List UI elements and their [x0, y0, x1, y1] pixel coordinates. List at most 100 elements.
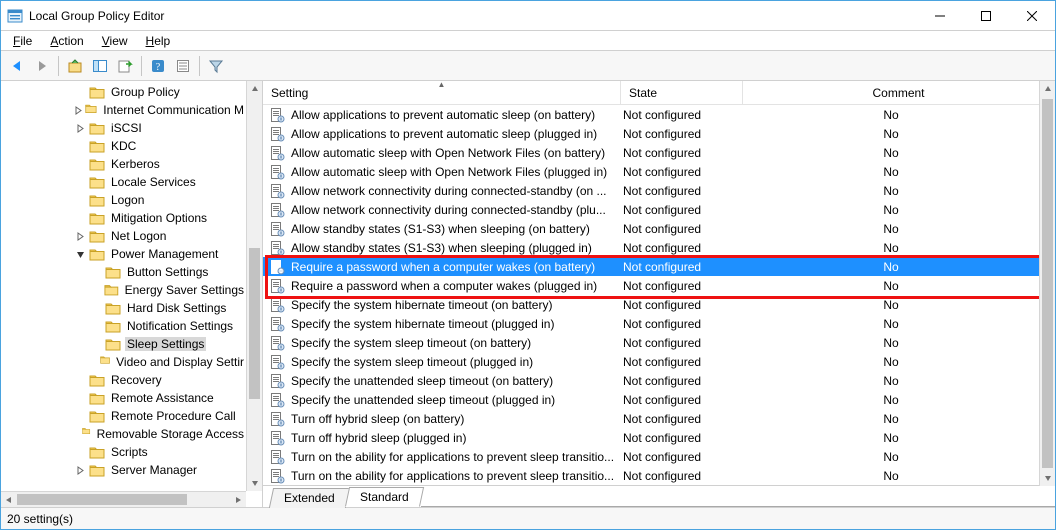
tree-item[interactable]: Remote Assistance: [1, 389, 246, 407]
setting-state: Not configured: [621, 450, 743, 464]
help-button[interactable]: ?: [146, 54, 170, 78]
tree-item[interactable]: Button Settings: [1, 263, 246, 281]
setting-row[interactable]: Allow automatic sleep with Open Network …: [263, 162, 1039, 181]
tree-item[interactable]: Server Manager: [1, 461, 246, 479]
tree-item[interactable]: Sleep Settings: [1, 335, 246, 353]
tree-item[interactable]: Power Management: [1, 245, 246, 263]
list-vscrollbar[interactable]: [1039, 81, 1055, 486]
forward-button[interactable]: [30, 54, 54, 78]
col-comment[interactable]: Comment: [743, 81, 1055, 104]
setting-row[interactable]: Allow standby states (S1-S3) when sleepi…: [263, 219, 1039, 238]
show-hide-tree-button[interactable]: [88, 54, 112, 78]
scroll-down-icon[interactable]: [1040, 470, 1056, 486]
setting-row[interactable]: Require a password when a computer wakes…: [263, 276, 1039, 295]
menu-view[interactable]: View: [94, 33, 136, 49]
col-state[interactable]: State: [621, 81, 743, 104]
tree-item[interactable]: Remote Procedure Call: [1, 407, 246, 425]
setting-row[interactable]: Specify the system sleep timeout (on bat…: [263, 333, 1039, 352]
setting-comment: No: [743, 146, 1039, 160]
scroll-right-icon[interactable]: [230, 492, 246, 507]
tab-extended[interactable]: Extended: [269, 488, 350, 508]
tree-item[interactable]: Scripts: [1, 443, 246, 461]
setting-row[interactable]: Allow standby states (S1-S3) when sleepi…: [263, 238, 1039, 257]
filter-button[interactable]: [204, 54, 228, 78]
col-comment-label: Comment: [872, 86, 924, 100]
maximize-button[interactable]: [963, 1, 1009, 31]
menu-action[interactable]: Action: [42, 33, 91, 49]
tree-item-label: Logon: [109, 193, 146, 207]
policy-icon: [269, 297, 285, 313]
tree-hscrollbar[interactable]: [1, 491, 246, 507]
scroll-up-icon[interactable]: [247, 81, 262, 97]
setting-row[interactable]: Turn off hybrid sleep (on battery) Not co…: [263, 409, 1039, 428]
tree-item[interactable]: Notification Settings: [1, 317, 246, 335]
setting-state: Not configured: [621, 412, 743, 426]
tree-item[interactable]: Energy Saver Settings: [1, 281, 246, 299]
svg-text:?: ?: [156, 62, 161, 73]
setting-name: Require a password when a computer wakes…: [291, 279, 597, 293]
policy-icon: [269, 259, 285, 275]
tree-item[interactable]: Internet Communication M: [1, 101, 246, 119]
expand-icon[interactable]: [73, 232, 87, 241]
tree-item[interactable]: Locale Services: [1, 173, 246, 191]
tree-vscrollbar[interactable]: [246, 81, 262, 491]
folder-icon: [82, 427, 90, 441]
tree-item[interactable]: Kerberos: [1, 155, 246, 173]
tree-item[interactable]: Group Policy: [1, 83, 246, 101]
tree-item[interactable]: Mitigation Options: [1, 209, 246, 227]
setting-name: Turn off hybrid sleep (on battery): [291, 412, 464, 426]
setting-row[interactable]: Specify the unattended sleep timeout (on…: [263, 371, 1039, 390]
expand-icon[interactable]: [73, 250, 87, 259]
expand-icon[interactable]: [73, 106, 83, 115]
tree-item[interactable]: Logon: [1, 191, 246, 209]
policy-icon: [269, 430, 285, 446]
folder-icon: [89, 175, 105, 189]
menu-help[interactable]: Help: [138, 33, 179, 49]
setting-row[interactable]: Specify the system hibernate timeout (on…: [263, 295, 1039, 314]
setting-row[interactable]: Require a password when a computer wakes…: [263, 257, 1039, 276]
scroll-left-icon[interactable]: [1, 492, 17, 507]
tree-item[interactable]: iSCSI: [1, 119, 246, 137]
scroll-up-icon[interactable]: [1040, 81, 1056, 97]
setting-row[interactable]: Specify the system sleep timeout (plugge…: [263, 352, 1039, 371]
menu-file[interactable]: File: [5, 33, 40, 49]
tab-standard[interactable]: Standard: [345, 487, 424, 507]
setting-row[interactable]: Allow automatic sleep with Open Network …: [263, 143, 1039, 162]
setting-row[interactable]: Specify the unattended sleep timeout (pl…: [263, 390, 1039, 409]
setting-row[interactable]: Allow applications to prevent automatic …: [263, 124, 1039, 143]
setting-row[interactable]: Turn on the ability for applications to …: [263, 447, 1039, 466]
setting-state: Not configured: [621, 108, 743, 122]
policy-icon: [269, 373, 285, 389]
tree-item[interactable]: Video and Display Settir: [1, 353, 246, 371]
tree-item[interactable]: Net Logon: [1, 227, 246, 245]
up-button[interactable]: [63, 54, 87, 78]
setting-row[interactable]: Allow applications to prevent automatic …: [263, 105, 1039, 124]
expand-icon[interactable]: [73, 466, 87, 475]
setting-row[interactable]: Allow network connectivity during connec…: [263, 181, 1039, 200]
scroll-down-icon[interactable]: [247, 475, 262, 491]
policy-icon: [269, 316, 285, 332]
col-setting[interactable]: Setting ▲: [263, 81, 621, 104]
settings-list[interactable]: Allow applications to prevent automatic …: [263, 105, 1039, 485]
setting-comment: No: [743, 450, 1039, 464]
tree-item[interactable]: Hard Disk Settings: [1, 299, 246, 317]
details-pane: Setting ▲ State Comment Allow applicatio…: [263, 81, 1055, 507]
folder-icon: [100, 355, 110, 369]
setting-row[interactable]: Turn on the ability for applications to …: [263, 466, 1039, 485]
minimize-button[interactable]: [917, 1, 963, 31]
setting-row[interactable]: Specify the system hibernate timeout (pl…: [263, 314, 1039, 333]
tree-item[interactable]: Recovery: [1, 371, 246, 389]
export-button[interactable]: [113, 54, 137, 78]
tree-item[interactable]: Removable Storage Access: [1, 425, 246, 443]
tree-item[interactable]: KDC: [1, 137, 246, 155]
back-button[interactable]: [5, 54, 29, 78]
close-button[interactable]: [1009, 1, 1055, 31]
properties-button[interactable]: [171, 54, 195, 78]
setting-row[interactable]: Turn off hybrid sleep (plugged in)Not co…: [263, 428, 1039, 447]
tree[interactable]: Group PolicyInternet Communication MiSCS…: [1, 81, 246, 491]
setting-comment: No: [743, 374, 1039, 388]
setting-comment: No: [743, 298, 1039, 312]
expand-icon[interactable]: [73, 124, 87, 133]
setting-row[interactable]: Allow network connectivity during connec…: [263, 200, 1039, 219]
setting-name: Allow applications to prevent automatic …: [291, 127, 597, 141]
